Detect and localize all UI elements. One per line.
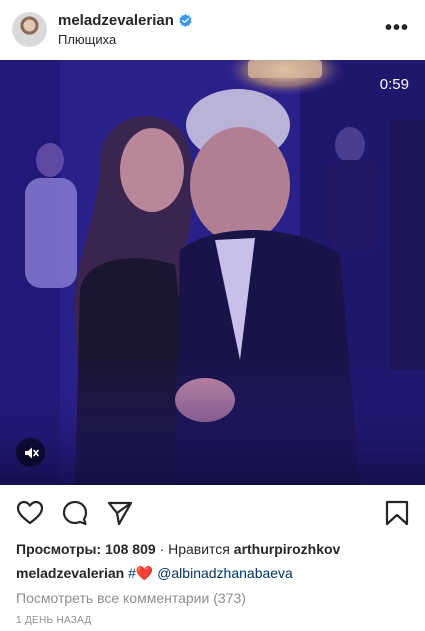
video-frame-illustration [0, 60, 425, 485]
video-media[interactable]: 0:59 [0, 60, 425, 485]
caption-heart-emoji: ❤️ [135, 565, 154, 581]
post-user-block: meladzevalerian Плющиха [58, 12, 192, 47]
caption-username-link[interactable]: meladzevalerian [16, 565, 124, 581]
heart-outline-icon[interactable] [16, 499, 44, 527]
more-options-button[interactable]: ••• [385, 18, 409, 38]
username-row: meladzevalerian [58, 12, 192, 29]
avatar[interactable] [12, 12, 47, 47]
location-link[interactable]: Плющиха [58, 32, 192, 47]
views-likes-line: Просмотры: 108 809 · Нравится arthurpiro… [16, 541, 340, 557]
bookmark-icon[interactable] [383, 499, 411, 527]
action-bar [0, 485, 425, 539]
mute-toggle-button[interactable] [16, 438, 45, 467]
caption-hashtag[interactable]: # [128, 565, 136, 581]
username-link[interactable]: meladzevalerian [58, 12, 174, 29]
liked-by-user-link[interactable]: arthurpirozhkov [234, 541, 341, 557]
post-timestamp: 1 ДЕНЬ НАЗАД [16, 615, 92, 626]
paper-plane-icon[interactable] [106, 499, 134, 527]
post-header: meladzevalerian Плющиха ••• [0, 0, 425, 60]
liked-by-prefix: · Нравится [159, 541, 230, 557]
video-duration: 0:59 [379, 76, 409, 93]
muted-speaker-icon [24, 447, 39, 458]
verified-badge-icon [179, 14, 192, 27]
views-count[interactable]: 108 809 [105, 541, 156, 557]
caption-mention-link[interactable]: @albinadzhanabaeva [157, 565, 293, 581]
caption: meladzevalerian #❤️ @albinadzhanabaeva [16, 565, 293, 582]
views-label: Просмотры: [16, 541, 102, 557]
comment-bubble-icon[interactable] [61, 499, 89, 527]
view-all-comments-link[interactable]: Посмотреть все комментарии (373) [16, 590, 246, 606]
